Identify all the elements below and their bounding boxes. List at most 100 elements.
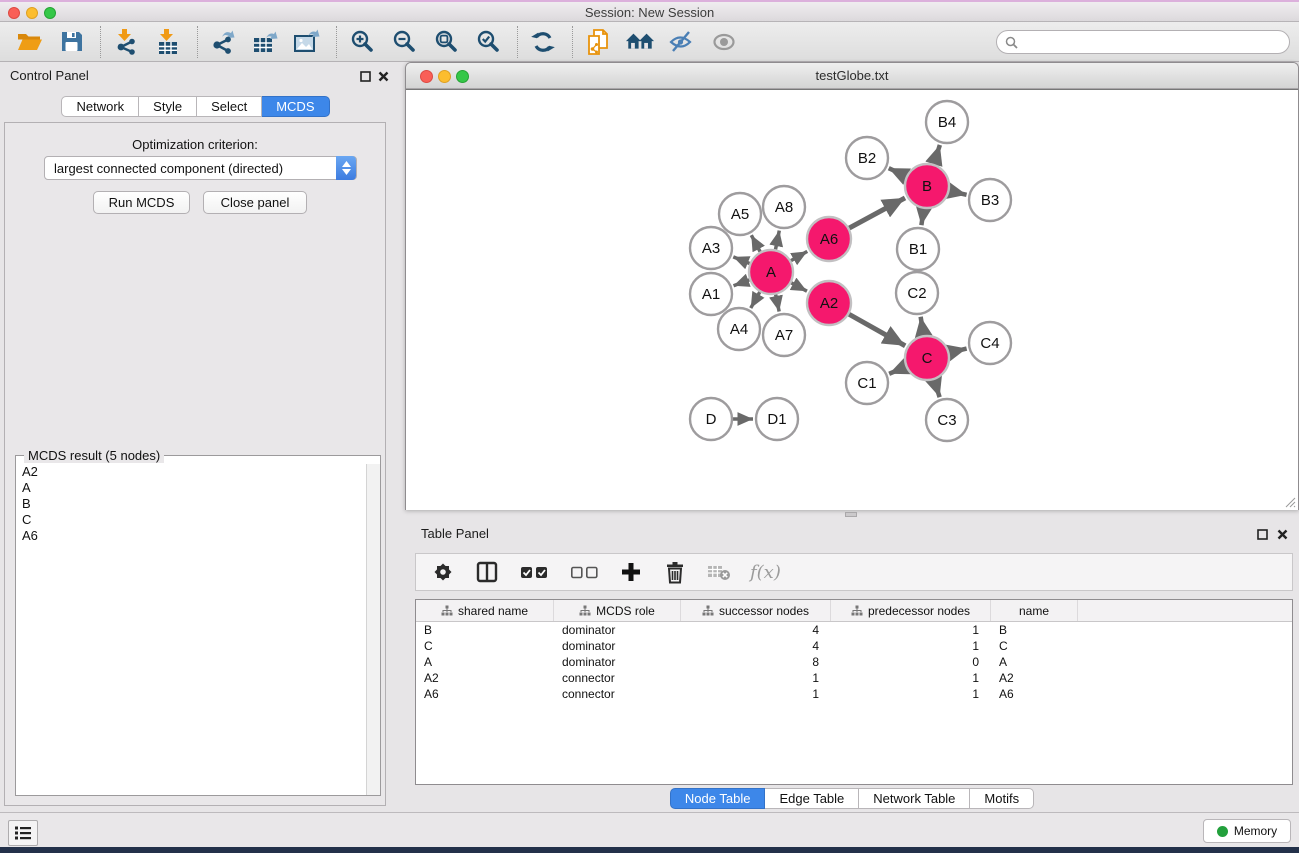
graph-node-label: A [766, 264, 776, 281]
result-scrollbar[interactable] [366, 464, 380, 795]
column-header-shared-name[interactable]: shared name [416, 600, 554, 621]
graph-node-label: A6 [820, 231, 838, 248]
save-session-icon[interactable] [56, 27, 86, 57]
graph-node-label: A5 [731, 206, 749, 223]
export-table-icon[interactable] [250, 27, 280, 57]
graph-edge-C-C1[interactable] [889, 367, 906, 374]
optimization-criterion-select[interactable]: largest connected component (directed) [44, 156, 357, 180]
show-details-icon[interactable] [709, 27, 739, 57]
column-header-successor-nodes[interactable]: successor nodes [681, 600, 831, 621]
graph-edge-A-A7[interactable] [776, 295, 780, 312]
graph-edge-B-B4[interactable] [934, 145, 940, 164]
table-cell: A2 [416, 670, 554, 686]
graph-edge-A-A8[interactable] [776, 231, 780, 250]
table-panel: Table Panel [405, 518, 1299, 812]
table-header-row: shared nameMCDS rolesuccessor nodesprede… [416, 600, 1292, 622]
task-history-button[interactable] [8, 820, 38, 846]
deselect-all-icon[interactable] [568, 559, 600, 585]
export-image-icon[interactable] [292, 27, 322, 57]
node-table: shared nameMCDS rolesuccessor nodesprede… [415, 599, 1293, 785]
zoom-selected-icon[interactable] [473, 27, 503, 57]
graph-edge-A-A3[interactable] [733, 257, 749, 264]
tab-motifs[interactable]: Motifs [970, 788, 1034, 809]
select-all-icon[interactable] [518, 559, 550, 585]
search-input[interactable] [1023, 33, 1281, 51]
delete-table-icon[interactable] [706, 559, 732, 585]
toolbar-separator [197, 26, 198, 58]
graph-edge-A6-B[interactable] [849, 198, 905, 228]
column-type-icon [702, 605, 714, 616]
import-table-icon[interactable] [153, 27, 183, 57]
tab-network-table[interactable]: Network Table [859, 788, 970, 809]
table-toolbar: f(x) [415, 553, 1293, 591]
delete-icon[interactable] [662, 559, 688, 585]
network-canvas[interactable]: AA1A2A3A4A5A6A7A8BB1B2B3B4CC1C2C3C4DD1 [406, 89, 1298, 510]
column-header-predecessor-nodes[interactable]: predecessor nodes [831, 600, 991, 621]
graph-edge-A2-C[interactable] [849, 314, 905, 346]
network-window: testGlobe.txt AA1A2A3A4A5A6A7A8BB1B2B3B4… [405, 62, 1299, 510]
home-icon[interactable] [625, 27, 655, 57]
graph-edge-A-A1[interactable] [734, 280, 750, 286]
add-column-icon[interactable] [618, 559, 644, 585]
result-item[interactable]: A6 [17, 528, 365, 544]
function-builder-icon[interactable]: f(x) [750, 562, 781, 583]
graph-edge-A-A5[interactable] [751, 235, 760, 252]
result-item[interactable]: C [17, 512, 365, 528]
graph-edge-A-A4[interactable] [751, 292, 760, 308]
network-window-titlebar[interactable]: testGlobe.txt [406, 63, 1298, 89]
table-row[interactable]: A6connector11A6 [416, 686, 1292, 702]
graph-edge-B-B1[interactable] [921, 209, 923, 225]
float-table-panel-icon[interactable] [1257, 527, 1268, 538]
column-header-MCDS-role[interactable]: MCDS role [554, 600, 681, 621]
graph-edge-A-A2[interactable] [791, 283, 807, 291]
mcds-result-box: MCDS result (5 nodes) A2ABCA6 [15, 455, 381, 796]
tab-select[interactable]: Select [197, 96, 262, 117]
close-table-panel-icon[interactable] [1277, 527, 1288, 538]
graph-edge-A-A6[interactable] [791, 251, 807, 260]
close-panel-button[interactable]: Close panel [203, 191, 307, 214]
graph-edge-C-C2[interactable] [921, 317, 924, 336]
run-mcds-button[interactable]: Run MCDS [93, 191, 190, 214]
tab-mcds[interactable]: MCDS [262, 96, 329, 117]
tab-network[interactable]: Network [61, 96, 139, 117]
splitter-handle[interactable] [845, 512, 857, 517]
zoom-out-icon[interactable] [389, 27, 419, 57]
memory-button[interactable]: Memory [1203, 819, 1291, 843]
result-item[interactable]: B [17, 496, 365, 512]
table-cell: connector [554, 686, 681, 702]
table-cell: 1 [681, 686, 831, 702]
table-row[interactable]: Adominator80A [416, 654, 1292, 670]
open-session-icon[interactable] [14, 27, 44, 57]
graph-edge-C-C4[interactable] [949, 349, 966, 353]
zoom-in-icon[interactable] [347, 27, 377, 57]
graph-edge-C-C3[interactable] [934, 380, 940, 397]
tab-node-table[interactable]: Node Table [670, 788, 766, 809]
clone-network-icon[interactable] [583, 27, 613, 57]
column-layout-icon[interactable] [474, 559, 500, 585]
result-item[interactable]: A [17, 480, 365, 496]
export-network-icon[interactable] [208, 27, 238, 57]
graph-node-label: D [706, 411, 717, 428]
resize-grip-icon[interactable] [1284, 496, 1296, 508]
close-panel-icon[interactable] [378, 69, 389, 80]
list-icon [14, 825, 32, 841]
hide-details-icon[interactable] [667, 27, 697, 57]
mcds-tab-content: Optimization criterion: largest connecte… [4, 122, 386, 806]
column-type-icon [441, 605, 453, 616]
tab-edge-table[interactable]: Edge Table [765, 788, 859, 809]
table-cell: C [416, 638, 554, 654]
tab-style[interactable]: Style [139, 96, 197, 117]
zoom-fit-icon[interactable] [431, 27, 461, 57]
graph-edge-B-B3[interactable] [949, 191, 966, 195]
result-item[interactable]: A2 [17, 464, 365, 480]
graph-edge-B-B2[interactable] [889, 168, 906, 176]
table-cell: 4 [681, 622, 831, 638]
import-network-icon[interactable] [111, 27, 141, 57]
column-header-name[interactable]: name [991, 600, 1078, 621]
float-panel-icon[interactable] [360, 69, 371, 80]
refresh-icon[interactable] [528, 27, 558, 57]
table-row[interactable]: Cdominator41C [416, 638, 1292, 654]
table-row[interactable]: A2connector11A2 [416, 670, 1292, 686]
table-row[interactable]: Bdominator41B [416, 622, 1292, 638]
settings-gear-icon[interactable] [430, 559, 456, 585]
